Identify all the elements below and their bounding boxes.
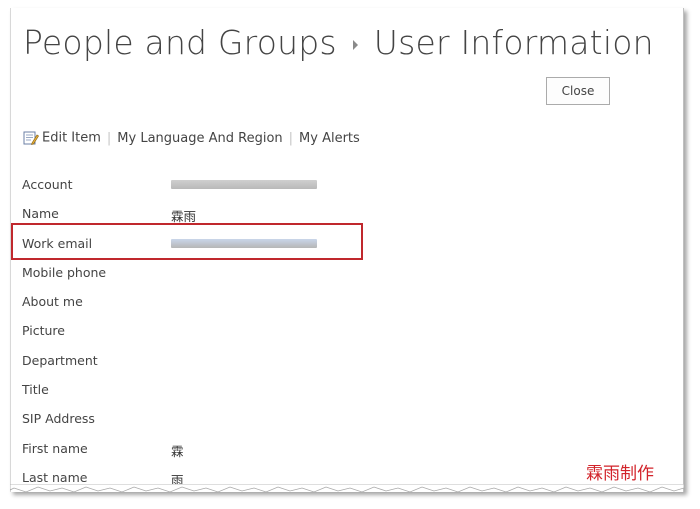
user-information-page: People and Groups User Information Close… <box>10 8 684 492</box>
field-row-first-name: First name 霖 <box>22 434 662 463</box>
author-watermark: 霖雨制作 <box>586 464 654 484</box>
field-row-about-me: About me <box>22 287 662 316</box>
field-label: Last name <box>22 469 88 485</box>
edit-item-label: Edit Item <box>42 130 101 146</box>
close-button[interactable]: Close <box>546 77 610 105</box>
field-label: Picture <box>22 323 65 339</box>
user-fields-list: Account Name 霖雨 Work email Mobile phone … <box>22 170 662 492</box>
field-label: Account <box>22 177 73 192</box>
work-email-highlight-box <box>11 223 363 260</box>
breadcrumb-people-and-groups[interactable]: People and Groups <box>23 23 337 62</box>
field-row-title: Title <box>22 375 662 404</box>
field-label: Title <box>22 382 49 398</box>
field-row-mobile-phone: Mobile phone <box>22 258 662 287</box>
redacted-account-value <box>171 180 317 189</box>
field-row-account: Account <box>22 170 662 199</box>
field-label: About me <box>22 294 83 310</box>
my-alerts-link[interactable]: My Alerts <box>299 131 360 146</box>
field-row-sip-address: SIP Address <box>22 404 662 433</box>
toolbar-separator: | <box>288 130 294 146</box>
item-toolbar: Edit Item | My Language And Region | My … <box>23 128 360 148</box>
field-row-department: Department <box>22 346 662 375</box>
field-label: First name <box>22 440 88 456</box>
field-value: 霖 <box>171 443 184 459</box>
field-label: SIP Address <box>22 411 95 427</box>
torn-paper-edge <box>10 484 684 493</box>
my-language-and-region-link[interactable]: My Language And Region <box>117 131 282 146</box>
page-title: People and Groups User Information <box>23 18 654 66</box>
toolbar-separator: | <box>106 130 112 146</box>
field-label: Department <box>22 352 98 368</box>
field-label: Mobile phone <box>22 264 107 280</box>
edit-item-icon <box>23 131 39 145</box>
breadcrumb-user-information: User Information <box>373 22 654 62</box>
field-row-picture: Picture <box>22 316 662 345</box>
field-label: Name <box>22 206 59 222</box>
breadcrumb-separator-icon <box>352 40 358 50</box>
edit-item-link[interactable]: Edit Item <box>23 130 101 146</box>
